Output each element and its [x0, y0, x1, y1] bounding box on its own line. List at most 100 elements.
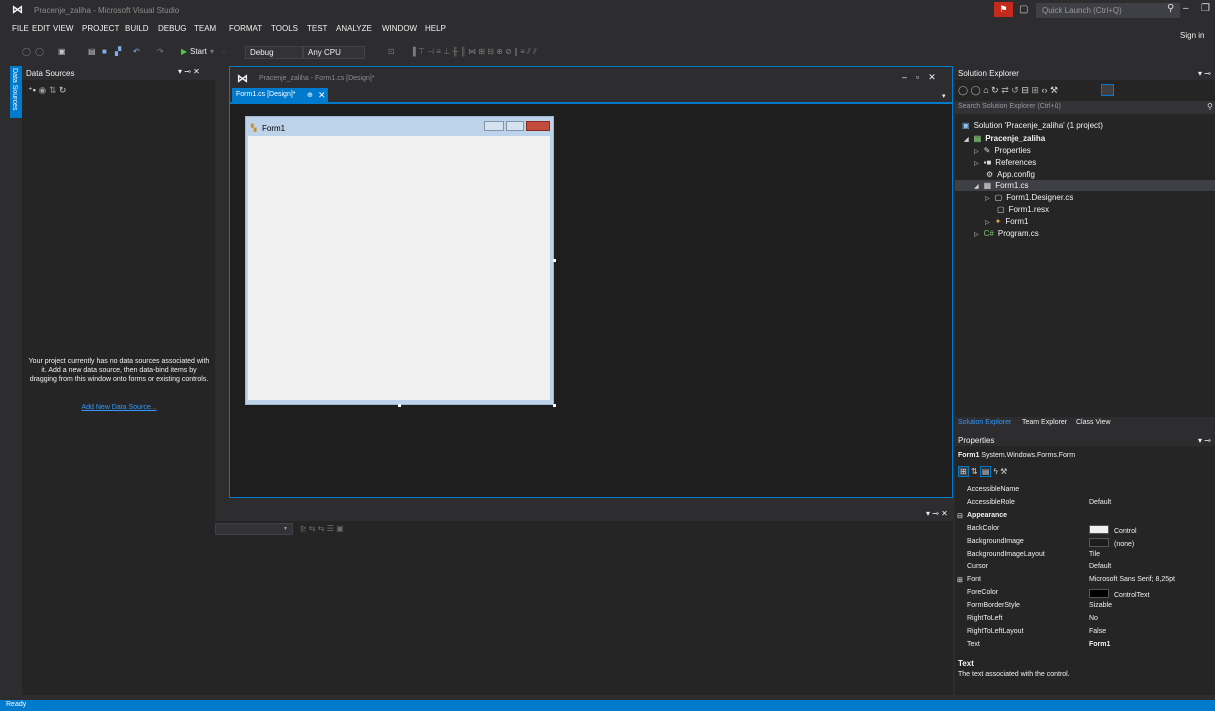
property-row[interactable]: BackgroundImageLayout Tile	[955, 549, 1215, 562]
feedback-icon[interactable]: ▢	[1019, 4, 1028, 15]
solution-explorer-pin-icon[interactable]: ▾ ⊸	[1198, 69, 1211, 78]
start-button[interactable]: Start	[190, 47, 207, 56]
menu-format[interactable]: FORMAT	[229, 24, 262, 33]
form1-client-area[interactable]	[248, 136, 550, 400]
property-value[interactable]: Sizable	[1089, 602, 1112, 609]
minimize-window-button[interactable]: –	[1183, 3, 1189, 14]
forward-icon[interactable]: ◯	[35, 47, 44, 56]
property-row[interactable]: ⊞ Font Microsoft Sans Serif; 8,25pt	[955, 574, 1215, 587]
collapsed-arrow-icon[interactable]: ▷	[985, 196, 990, 202]
properties-object-selector[interactable]: Form1 System.Windows.Forms.Form	[958, 452, 1075, 459]
expanded-arrow-icon[interactable]: ◢	[964, 137, 969, 143]
redo-icon[interactable]: ↷	[157, 47, 164, 56]
refresh-icon[interactable]: ↻	[59, 85, 67, 95]
property-value[interactable]: Default	[1089, 563, 1111, 570]
restore-window-button[interactable]: ❐	[1201, 3, 1210, 14]
format-toolbar-icons[interactable]: ▐ ⊤ ⊣ ≡ ⊥ ╫ ║ ⋈ ⊞ ⊟ ⊕ ⊘ ∥ ≡ ⫽ ⫽	[410, 47, 537, 57]
menu-view[interactable]: VIEW	[53, 24, 73, 33]
tree-node-project[interactable]: ◢ ▤ Pracenje_zaliha	[964, 134, 1045, 143]
data-sources-window-buttons[interactable]: ▾ ⊸ ✕	[178, 67, 200, 76]
align-lefts-icon[interactable]: ⊡	[388, 47, 395, 56]
property-value[interactable]: Microsoft Sans Serif; 8,25pt	[1089, 576, 1175, 583]
tree-node-properties[interactable]: ▷ ✎ Properties	[974, 146, 1031, 155]
start-play-icon[interactable]: ▶	[181, 47, 187, 56]
solution-configuration-select[interactable]: Debug	[245, 46, 303, 59]
collapsed-arrow-icon[interactable]: ▷	[974, 149, 979, 155]
tree-node-references[interactable]: ▷ ▪■ References	[974, 158, 1036, 167]
menu-test[interactable]: TEST	[307, 24, 327, 33]
expanded-arrow-icon[interactable]: ◢	[974, 184, 979, 190]
view-code-icon[interactable]: ‹›	[1041, 85, 1047, 95]
new-project-icon[interactable]: ▣	[58, 47, 66, 56]
property-value[interactable]: Control	[1089, 524, 1137, 535]
edit-dataset-icon[interactable]: ◉	[38, 85, 46, 95]
bottom-panel-window-buttons[interactable]: ▾ ⊸ ✕	[926, 509, 948, 518]
tab-solution-explorer[interactable]: Solution Explorer	[958, 419, 1011, 426]
forward-icon[interactable]: ◯	[971, 85, 981, 95]
property-row[interactable]: BackgroundImage (none)	[955, 536, 1215, 549]
menu-team[interactable]: TEAM	[194, 24, 216, 33]
collapse-category-icon[interactable]: ⊟	[957, 512, 963, 520]
bottom-panel-dropdown[interactable]	[215, 523, 293, 535]
categorized-icon[interactable]: ⊞	[958, 466, 969, 477]
add-new-data-source-link[interactable]: Add New Data Source...	[28, 404, 210, 411]
add-data-source-icon[interactable]: ⁺▪	[28, 85, 36, 95]
back-icon[interactable]: ◯	[958, 85, 968, 95]
collapsed-arrow-icon[interactable]: ▷	[985, 220, 990, 226]
properties-view-icon[interactable]: ▤	[979, 466, 992, 477]
quick-launch-input[interactable]: Quick Launch (Ctrl+Q)	[1036, 3, 1180, 18]
save-all-icon[interactable]: ▞	[115, 47, 121, 56]
property-row[interactable]: BackColor Control	[955, 523, 1215, 536]
solution-platform-select[interactable]: Any CPU	[303, 46, 365, 59]
expand-property-icon[interactable]: ⊞	[957, 576, 963, 584]
data-sources-side-tab[interactable]: Data Sources	[10, 66, 22, 118]
bottom-panel-toolbar-icons[interactable]: ⊵ ⇆ ⇆ ☰ ▣	[300, 524, 344, 533]
sync-icon[interactable]: ↻	[991, 85, 999, 95]
tree-node-program[interactable]: ▷ C# Program.cs	[974, 229, 1039, 238]
property-row[interactable]: AccessibleName	[955, 484, 1215, 497]
property-value[interactable]: Form1	[1089, 641, 1110, 648]
property-value[interactable]: (none)	[1089, 537, 1134, 548]
configure-dataset-icon[interactable]: ⇅	[49, 85, 57, 95]
tab-team-explorer[interactable]: Team Explorer	[1022, 419, 1067, 426]
menu-build[interactable]: BUILD	[125, 24, 149, 33]
property-row[interactable]: Cursor Default	[955, 561, 1215, 574]
alphabetical-icon[interactable]: ⇅	[971, 467, 978, 476]
menu-file[interactable]: FILE	[12, 24, 29, 33]
property-value[interactable]: False	[1089, 628, 1106, 635]
pending-changes-icon[interactable]: ⇄	[1001, 85, 1009, 95]
property-value[interactable]: Tile	[1089, 551, 1100, 558]
property-value[interactable]: Default	[1089, 499, 1111, 506]
menu-window[interactable]: WINDOW	[382, 24, 417, 33]
resize-handle-corner[interactable]	[553, 404, 556, 407]
tree-node-form1-class[interactable]: ▷ ✦ Form1	[985, 217, 1028, 226]
property-row[interactable]: AccessibleRole Default	[955, 497, 1215, 510]
properties-wrench-icon[interactable]: ⚒	[1050, 85, 1058, 95]
collapsed-arrow-icon[interactable]: ▷	[974, 232, 979, 238]
menu-edit[interactable]: EDIT	[32, 24, 50, 33]
save-icon[interactable]: ■	[102, 47, 107, 56]
undo-icon[interactable]: ↶	[133, 47, 140, 56]
attach-icon[interactable]: ◌	[222, 47, 227, 56]
events-lightning-icon[interactable]: ϟ	[994, 467, 998, 476]
tab-form1-design[interactable]: Form1.cs [Design]*	[232, 88, 328, 102]
menu-tools[interactable]: TOOLS	[271, 24, 298, 33]
property-row[interactable]: Text Form1	[955, 639, 1215, 652]
property-row[interactable]: ForeColor ControlText	[955, 587, 1215, 600]
property-value[interactable]: No	[1089, 615, 1098, 622]
show-all-files-icon[interactable]: ⊞	[1031, 85, 1039, 95]
back-icon[interactable]: ◯	[22, 47, 31, 56]
start-dropdown-icon[interactable]: ▾	[210, 47, 214, 56]
menu-debug[interactable]: DEBUG	[158, 24, 186, 33]
properties-pin-icon[interactable]: ▾ ⊸	[1198, 436, 1211, 445]
menu-analyze[interactable]: ANALYZE	[336, 24, 372, 33]
pin-tab-icon[interactable]: ⊕	[307, 91, 313, 99]
close-tab-icon[interactable]: ✕	[318, 90, 326, 101]
resize-handle-bottom[interactable]	[398, 404, 401, 407]
sign-in-link[interactable]: Sign in	[1180, 31, 1204, 40]
menu-help[interactable]: HELP	[425, 24, 446, 33]
collapse-all-icon[interactable]: ⊟	[1021, 85, 1029, 95]
home-icon[interactable]: ⌂	[983, 85, 988, 95]
refresh-icon[interactable]: ↺	[1011, 85, 1019, 95]
solution-explorer-search-input[interactable]: Search Solution Explorer (Ctrl+ŭ)	[955, 101, 1215, 114]
